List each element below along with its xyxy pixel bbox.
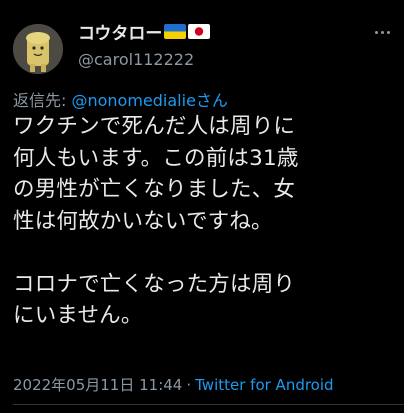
tweet-text-line: コロナで亡くなった方は周り xyxy=(13,271,296,297)
tweet-text-line: 性は何故かいないですね。 xyxy=(13,208,273,234)
reply-to-line: 返信先: @nonomedialieさん xyxy=(13,87,228,111)
tweet-text: ワクチンで死んだ人は周りに 何人もいます。この前は31歳 の男性が亡くなりました… xyxy=(13,111,398,332)
divider xyxy=(13,404,404,405)
tweet-text-line: ワクチンで死んだ人は周りに xyxy=(13,114,296,139)
timestamp[interactable]: 2022年05月11日 11:44 xyxy=(13,376,182,394)
author-display-name: コウタロー xyxy=(78,24,163,44)
toast-character-avatar-icon xyxy=(13,24,63,74)
author-name[interactable]: コウタロー xyxy=(78,19,211,44)
tweet-text-line: の男性が亡くなりました、女 xyxy=(13,177,296,202)
more-options-icon[interactable] xyxy=(370,22,394,42)
reply-target-link[interactable]: @nonomedialieさん xyxy=(71,91,227,110)
ukraine-flag-icon xyxy=(164,24,187,39)
reply-prefix: 返信先: xyxy=(13,91,72,110)
meta-separator: · xyxy=(186,376,192,394)
tweet-text-line: 何人もいます。この前は31歳 xyxy=(13,145,299,171)
avatar[interactable] xyxy=(13,24,63,74)
japan-flag-icon xyxy=(188,24,211,39)
author-handle[interactable]: @carol112222 xyxy=(78,50,194,69)
tweet-text-line: にいません。 xyxy=(13,303,143,328)
tweet-detail: コウタロー @carol112222 返信先: @nonomedialieさん … xyxy=(0,0,404,413)
source-link[interactable]: Twitter for Android xyxy=(195,376,333,394)
tweet-meta: 2022年05月11日 11:44 · Twitter for Android xyxy=(13,374,334,395)
